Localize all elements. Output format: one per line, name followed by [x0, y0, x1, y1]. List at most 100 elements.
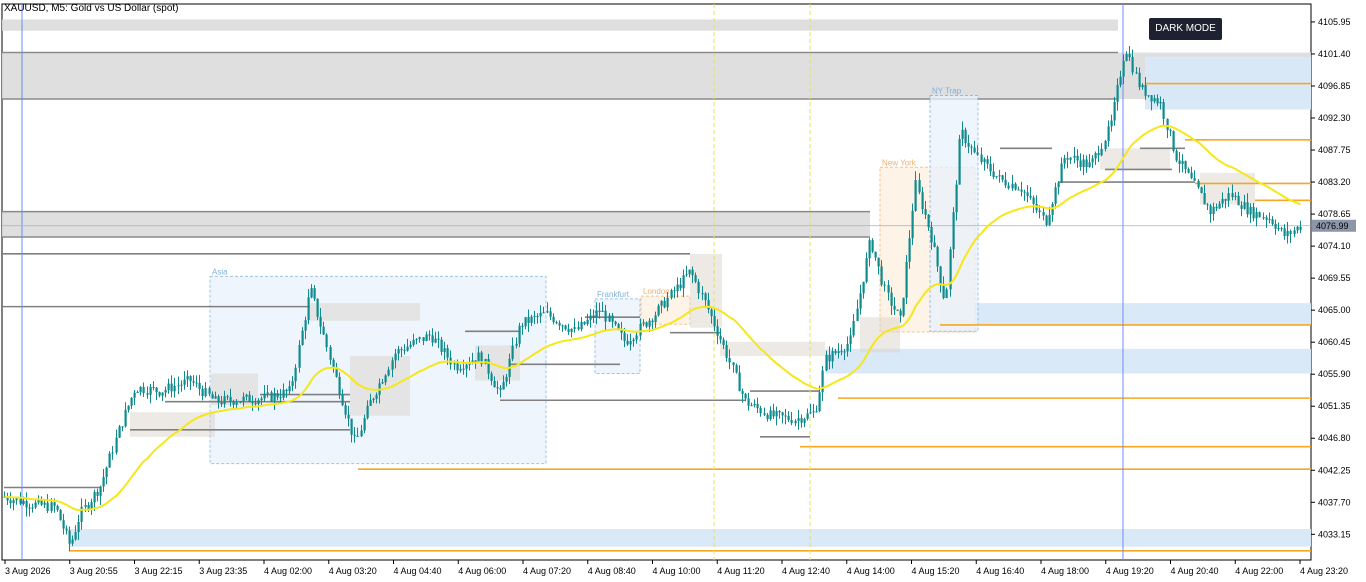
- candle-body: [694, 275, 697, 282]
- candle-body: [831, 351, 834, 362]
- candle-body: [353, 434, 356, 436]
- candle-body: [360, 430, 363, 437]
- candle-body: [849, 335, 852, 345]
- candle-body: [1286, 230, 1289, 237]
- y-tick-label: 4101.40: [1318, 49, 1351, 59]
- candle-body: [62, 520, 65, 529]
- candle-body: [790, 419, 793, 424]
- candle-body: [663, 300, 666, 308]
- y-tick-label: 4051.35: [1318, 401, 1351, 411]
- candle-body: [400, 349, 403, 351]
- price-axis: 4105.95 4101.40 4096.85 4092.30 4087.75 4083.…: [1311, 17, 1351, 539]
- candle-body: [1159, 102, 1162, 104]
- x-tick-label: 4 Aug 15:20: [912, 566, 960, 576]
- candle-body: [158, 392, 161, 396]
- y-tick-label: 4074.10: [1318, 241, 1351, 251]
- x-tick-label: 4 Aug 03:20: [329, 566, 377, 576]
- candle-body: [1141, 84, 1144, 88]
- candle-body: [1262, 217, 1265, 219]
- candle-body: [1178, 160, 1181, 164]
- candle-body: [1156, 98, 1159, 104]
- candle-body: [1265, 217, 1268, 220]
- candle-body: [1240, 205, 1243, 209]
- candle-body: [136, 391, 139, 393]
- candle-body: [887, 285, 890, 293]
- chart-window[interactable]: Asia Frankfurt London New York NY Trap 4105.9…: [0, 0, 1366, 582]
- candle-body: [406, 346, 409, 351]
- candle-body: [53, 502, 56, 506]
- candle-body: [856, 308, 859, 322]
- candle-body: [121, 426, 124, 428]
- candle-body: [939, 266, 942, 286]
- candle-body: [412, 340, 415, 345]
- candle-body: [759, 408, 762, 414]
- dark-mode-button[interactable]: DARK MODE: [1149, 18, 1222, 40]
- candle-body: [12, 500, 15, 504]
- candle-body: [1150, 95, 1153, 102]
- candle-body: [1073, 155, 1076, 158]
- candle-body: [201, 389, 204, 397]
- candle-body: [601, 310, 604, 312]
- price-chart[interactable]: Asia Frankfurt London New York NY Trap 4105.9…: [0, 0, 1366, 582]
- candle-body: [505, 376, 508, 382]
- candle-body: [918, 180, 921, 193]
- candle-body: [437, 338, 440, 340]
- candle-body: [766, 414, 769, 420]
- candle-body: [288, 386, 291, 392]
- candle-body: [688, 269, 691, 275]
- chart-title: XAUUSD, M5: Gold vs US Dollar (spot): [4, 3, 179, 14]
- candle-body: [428, 334, 431, 336]
- candle-body: [933, 242, 936, 247]
- candle-body: [1255, 212, 1258, 219]
- candle-body: [530, 316, 533, 323]
- candle-body: [697, 281, 700, 294]
- candle-body: [139, 386, 142, 392]
- candle-body: [74, 532, 77, 540]
- candle-body: [446, 348, 449, 358]
- candle-body: [660, 300, 663, 306]
- candle-body: [1094, 153, 1097, 159]
- session-label: Frankfurt: [597, 290, 630, 299]
- candle-body: [815, 411, 818, 413]
- candle-body: [167, 383, 170, 390]
- candle-body: [329, 347, 332, 360]
- candle-body: [735, 365, 738, 373]
- candle-body: [573, 327, 576, 329]
- candle-body: [682, 275, 685, 289]
- candle-body: [958, 139, 961, 185]
- candle-body: [555, 322, 558, 324]
- candle-body: [825, 354, 828, 371]
- candle-body: [68, 530, 71, 544]
- candle-body: [561, 325, 564, 327]
- candle-body: [161, 392, 164, 396]
- candle-body: [307, 297, 310, 321]
- candle-body: [124, 409, 127, 427]
- candle-body: [1289, 230, 1292, 234]
- candle-body: [155, 387, 158, 393]
- candle-body: [1060, 163, 1063, 183]
- candle-body: [753, 403, 756, 406]
- candle-body: [1274, 223, 1277, 229]
- candle-body: [967, 142, 970, 147]
- candle-body: [102, 477, 105, 487]
- candle-body: [173, 385, 176, 392]
- candle-body: [1097, 153, 1100, 156]
- candle-body: [1023, 191, 1026, 193]
- candle-body: [893, 305, 896, 310]
- candle-body: [750, 405, 753, 407]
- candle-body: [511, 345, 514, 359]
- candle-body: [493, 380, 496, 388]
- candle-body: [149, 386, 152, 395]
- candle-body: [99, 486, 102, 496]
- candle-body: [635, 335, 638, 340]
- candle-body: [905, 261, 908, 298]
- candle-body: [204, 388, 207, 397]
- candle-body: [546, 311, 549, 313]
- candle-body: [263, 393, 266, 399]
- candle-body: [964, 129, 967, 143]
- session-label: Asia: [212, 267, 228, 276]
- candle-body: [862, 281, 865, 294]
- order-block: [720, 341, 825, 356]
- candle-body: [577, 327, 580, 330]
- candle-body: [322, 326, 325, 335]
